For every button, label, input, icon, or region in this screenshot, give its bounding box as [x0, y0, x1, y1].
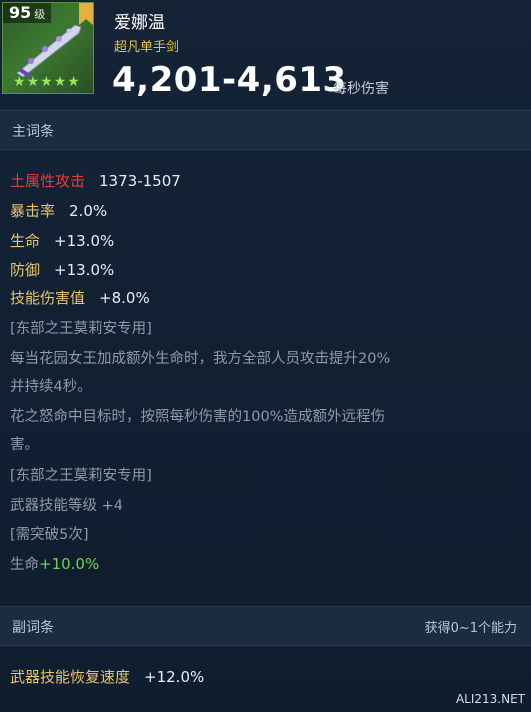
star-icon: ★	[26, 74, 40, 90]
item-rarity: 超凡单手剑	[114, 40, 180, 55]
desc-line: [需突破5次]	[10, 527, 89, 543]
stat-value: +13.0%	[54, 232, 115, 250]
stat-row: 暴击率 2.0%	[10, 200, 107, 221]
stat-label: 土属性攻击	[10, 172, 86, 190]
desc-line: [东部之王莫莉安专用]	[10, 321, 152, 337]
desc-line: 花之怒命中目标时，按照每秒伤害的100%造成额外远程伤	[10, 409, 385, 425]
main-stats-header: 主词条	[0, 110, 531, 150]
stat-label: 暴击率	[10, 202, 56, 220]
level-unit: 级	[34, 8, 46, 21]
stat-value: 2.0%	[69, 202, 108, 220]
item-name: 爱娜温	[114, 13, 165, 33]
sword-icon	[16, 24, 82, 79]
stat-row: 技能伤害值 +8.0%	[10, 287, 150, 308]
main-stats-title: 主词条	[12, 124, 54, 140]
stat-row: 生命 +13.0%	[10, 230, 114, 251]
sub-stats-note: 获得0~1个能力	[424, 621, 517, 636]
desc-line: 害。	[10, 437, 39, 453]
stat-label: 防御	[10, 261, 41, 279]
sub-stat-row: 武器技能恢复速度 +12.0%	[10, 666, 204, 687]
dps-unit: 每秒伤害	[333, 81, 389, 97]
stat-label: 生命	[10, 232, 41, 250]
desc-line: 并持续4秒。	[10, 379, 92, 395]
stat-row: 防御 +13.0%	[10, 259, 114, 280]
desc-line: 武器技能等级 +4	[10, 498, 123, 514]
sub-stat-value: +12.0%	[144, 668, 205, 686]
bonus-stat-row: 生命+10.0%	[10, 553, 99, 574]
desc-line: 每当花园女王加成额外生命时，我方全部人员攻击提升20%	[10, 351, 391, 367]
stat-label: 技能伤害值	[10, 289, 86, 307]
watermark: ALI213.NET	[455, 692, 525, 706]
bookmark-icon	[79, 3, 93, 25]
star-icon: ★	[13, 74, 26, 90]
sub-stats-header: 副词条 获得0~1个能力	[0, 606, 531, 646]
star-icon: ★	[53, 74, 67, 90]
stat-value: 1373-1507	[99, 172, 181, 190]
bonus-stat-label: 生命	[10, 557, 39, 573]
sub-stat-label: 武器技能恢复速度	[10, 668, 131, 686]
star-icon: ★	[67, 74, 80, 90]
dps-value: 4,201-4,613	[112, 60, 347, 100]
star-rating: ★ ★ ★ ★ ★	[13, 75, 80, 89]
desc-line: [东部之王莫莉安专用]	[10, 468, 152, 484]
level-number: 95	[9, 3, 32, 22]
stat-value: +8.0%	[99, 289, 150, 307]
bonus-stat-value: +10.0%	[39, 555, 100, 573]
weapon-icon-frame: 95 级 ★ ★ ★ ★ ★	[2, 2, 94, 94]
sub-stats-title: 副词条	[12, 620, 54, 636]
item-tooltip: 95 级 ★ ★ ★ ★ ★ 爱娜温 超凡单手剑 4,201-4,613 每秒伤…	[0, 0, 531, 712]
stat-row: 土属性攻击 1373-1507	[10, 170, 181, 191]
level-badge: 95 级	[3, 3, 52, 23]
stat-value: +13.0%	[54, 261, 115, 279]
star-icon: ★	[40, 74, 53, 90]
